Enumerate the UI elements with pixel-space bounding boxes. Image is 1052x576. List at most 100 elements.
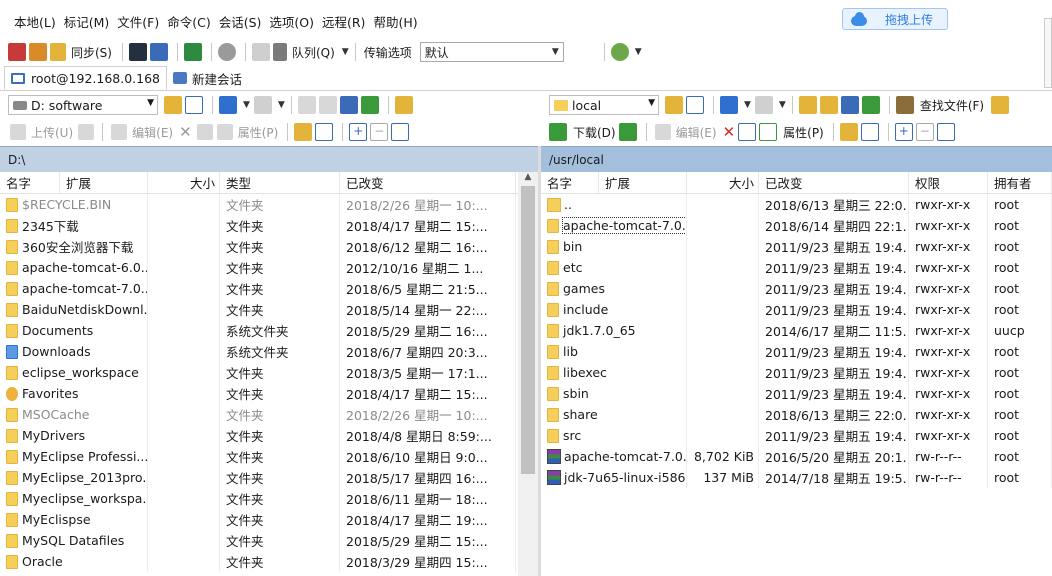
filter-icon[interactable] xyxy=(686,96,704,114)
open-folder-icon[interactable] xyxy=(164,96,182,114)
unselect-icon[interactable]: − xyxy=(915,123,934,141)
parent-dir-icon[interactable] xyxy=(798,96,817,114)
menu-session[interactable]: 会话(S) xyxy=(219,10,262,36)
sync-icon[interactable] xyxy=(50,43,66,61)
table-row[interactable]: 2345下载 文件夹 2018/4/17 星期二 15:... xyxy=(0,215,538,236)
table-row[interactable]: MyEclispse 文件夹 2018/4/17 星期二 19:... xyxy=(0,509,538,530)
tab-new-session[interactable]: 新建会话 xyxy=(167,66,248,90)
properties-icon[interactable] xyxy=(759,123,778,141)
properties-icon[interactable] xyxy=(216,124,233,140)
back-dropdown-arrow[interactable]: ▼ xyxy=(243,100,250,110)
sync-browse-icon[interactable] xyxy=(29,43,47,61)
table-row[interactable]: eclipse_workspace 文件夹 2018/3/5 星期一 17:1... xyxy=(0,362,538,383)
table-row[interactable]: MyEclipse_2013pro... 文件夹 2018/5/17 星期四 16:… xyxy=(0,467,538,488)
properties-button[interactable]: 属性(P) xyxy=(238,124,279,141)
download-icon[interactable] xyxy=(549,123,567,141)
menu-file[interactable]: 文件(F) xyxy=(117,10,159,36)
home-icon[interactable] xyxy=(840,96,859,114)
local-path-bar[interactable]: D:\ xyxy=(0,146,538,172)
new-folder-icon[interactable] xyxy=(839,123,858,141)
menu-help[interactable]: 帮助(H) xyxy=(373,10,417,36)
new-file-icon[interactable] xyxy=(860,123,879,141)
queue-button[interactable]: 队列(Q) xyxy=(292,44,335,61)
table-row[interactable]: $RECYCLE.BIN 文件夹 2018/2/26 星期一 10:... xyxy=(0,194,538,215)
table-row[interactable]: libexec 2011/9/23 星期五 19:4... rwxr-xr-x roo… xyxy=(541,362,1052,383)
table-row[interactable]: Documents 系统文件夹 2018/5/29 星期二 16:... xyxy=(0,320,538,341)
menu-command[interactable]: 命令(C) xyxy=(167,10,210,36)
refresh-icon[interactable] xyxy=(360,96,379,114)
binoculars-icon[interactable] xyxy=(895,96,914,114)
menu-remote[interactable]: 远程(R) xyxy=(322,10,365,36)
rename-icon[interactable] xyxy=(196,124,213,140)
table-row[interactable]: etc 2011/9/23 星期五 19:4... rwxr-xr-x root xyxy=(541,257,1052,278)
edit-button[interactable]: 编辑(E) xyxy=(676,124,717,141)
back-dropdown-arrow[interactable]: ▼ xyxy=(744,100,751,110)
remote-dir-select[interactable]: local ▼ xyxy=(549,95,659,115)
col-header-type[interactable]: 类型 xyxy=(220,172,340,193)
table-row[interactable]: MySQL Datafiles 文件夹 2018/5/29 星期二 15:... xyxy=(0,530,538,551)
globe-dropdown-arrow[interactable]: ▼ xyxy=(635,47,642,57)
upload-icon[interactable] xyxy=(10,124,26,140)
table-row[interactable]: Myeclipse_workspa... 文件夹 2018/6/11 星期一 18:… xyxy=(0,488,538,509)
root-dir-icon[interactable] xyxy=(819,96,838,114)
drag-upload-button[interactable]: 拖拽上传 xyxy=(842,8,948,30)
parent-dir-icon[interactable] xyxy=(297,96,316,114)
new-folder-icon[interactable] xyxy=(294,123,313,141)
queue-dropdown-arrow[interactable]: ▼ xyxy=(342,47,349,57)
table-row[interactable]: jdk-7u65-linux-i586....137 MiB2014/7/18 … xyxy=(541,467,1052,488)
open-folder-icon[interactable] xyxy=(665,96,683,114)
col-header-permissions[interactable]: 权限 xyxy=(909,172,988,193)
forward-dropdown-arrow[interactable]: ▼ xyxy=(779,100,786,110)
col-header-name[interactable]: 名字 xyxy=(541,172,599,193)
edit-icon[interactable] xyxy=(654,124,671,140)
upload-button[interactable]: 上传(U) xyxy=(31,124,73,141)
edit-button[interactable]: 编辑(E) xyxy=(132,124,173,141)
forward-dropdown-arrow[interactable]: ▼ xyxy=(278,100,285,110)
table-row[interactable]: Downloads 系统文件夹 2018/6/7 星期四 20:3... xyxy=(0,341,538,362)
menu-local[interactable]: 本地(L) xyxy=(14,10,56,36)
console-icon[interactable] xyxy=(128,43,147,61)
transfer-options-select[interactable]: 默认 ▼ xyxy=(419,42,564,62)
gear-icon[interactable] xyxy=(217,43,236,61)
chevron-up-icon[interactable]: ▲ xyxy=(518,172,538,184)
table-row[interactable]: 360安全浏览器下载 文件夹 2018/6/12 星期二 16:... xyxy=(0,236,538,257)
unselect-icon[interactable]: − xyxy=(370,123,389,141)
table-row[interactable]: Oracle 文件夹 2018/3/29 星期四 15:... xyxy=(0,551,538,572)
back-icon[interactable] xyxy=(219,96,237,114)
table-row[interactable]: apache-tomcat-7.0.... 8,702 KiB 2016/5/20 … xyxy=(541,446,1052,467)
properties-button[interactable]: 属性(P) xyxy=(783,124,824,141)
putty-icon[interactable] xyxy=(149,43,168,61)
delete-icon[interactable]: ✕ xyxy=(179,123,192,141)
filter-select-icon[interactable] xyxy=(391,123,410,141)
menu-mark[interactable]: 标记(M) xyxy=(64,10,110,36)
table-row[interactable]: MSOCache 文件夹 2018/2/26 星期一 10:... xyxy=(0,404,538,425)
refresh-icon[interactable] xyxy=(861,96,880,114)
new-file-icon[interactable] xyxy=(315,123,334,141)
col-header-owner[interactable]: 拥有者 xyxy=(988,172,1052,193)
local-drive-select[interactable]: D: software ▼ xyxy=(8,95,158,115)
col-header-size[interactable]: 大小 xyxy=(148,172,220,193)
select-all-icon[interactable]: + xyxy=(894,123,913,141)
edit-icon[interactable] xyxy=(111,124,128,140)
remote-path-bar[interactable]: /usr/local xyxy=(541,146,1052,172)
table-row[interactable]: include 2011/9/23 星期五 19:4... rwxr-xr-x roo… xyxy=(541,299,1052,320)
table-row[interactable]: share 2018/6/13 星期三 22:0... rwxr-xr-x root xyxy=(541,404,1052,425)
refresh-session-icon[interactable] xyxy=(183,43,202,61)
table-row[interactable]: Favorites 文件夹 2018/4/17 星期二 15:... xyxy=(0,383,538,404)
table-row[interactable]: bin 2011/9/23 星期五 19:4... rwxr-xr-x root xyxy=(541,236,1052,257)
col-header-size[interactable]: 大小 xyxy=(687,172,759,193)
tab-session[interactable]: root@192.168.0.168 xyxy=(4,66,168,90)
select-all-icon[interactable]: + xyxy=(349,123,368,141)
queue-doc-icon[interactable] xyxy=(251,43,270,61)
table-row[interactable]: apache-tomcat-7.0.... 2018/6/14 星期四 22:1.… xyxy=(541,215,1052,236)
filter-select-icon[interactable] xyxy=(936,123,955,141)
filter-icon[interactable] xyxy=(185,96,203,114)
compare-icon[interactable] xyxy=(8,43,26,61)
local-scrollbar[interactable]: ▲ xyxy=(518,172,538,576)
forward-icon[interactable] xyxy=(253,96,272,114)
tree-icon[interactable] xyxy=(394,96,413,114)
col-header-ext[interactable]: 扩展 xyxy=(599,172,687,193)
scrollbar-thumb[interactable] xyxy=(521,186,535,474)
table-row[interactable]: apache-tomcat-7.0.... 文件夹 2018/6/5 星期二 21:… xyxy=(0,278,538,299)
table-row[interactable]: jdk1.7.0_65 2014/6/17 星期二 11:5... rwxr-xr-… xyxy=(541,320,1052,341)
